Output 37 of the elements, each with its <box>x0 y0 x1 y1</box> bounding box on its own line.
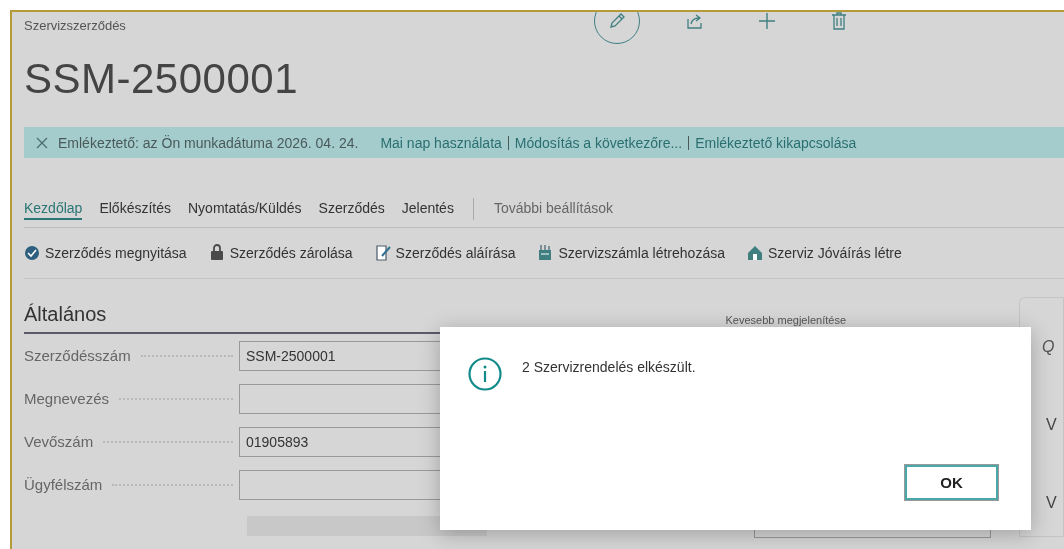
close-icon <box>36 136 48 149</box>
open-icon <box>24 244 40 262</box>
credit-icon <box>746 244 763 262</box>
tab[interactable]: Szerződés <box>318 198 385 220</box>
dialog-message: 2 Szervizrendelés elkészült. <box>522 359 696 375</box>
factbox-text: V <box>1046 494 1058 512</box>
tab[interactable]: Kezdőlap <box>24 198 83 220</box>
lock-icon <box>208 244 225 262</box>
share-icon <box>686 12 704 30</box>
invoice-icon <box>537 244 554 262</box>
page-caption: Szervizszerződés <box>24 18 127 33</box>
sign-icon <box>374 244 391 262</box>
section-title: Általános <box>24 303 107 326</box>
field-label: Ügyfélszám <box>24 476 103 493</box>
action-button[interactable]: Szerződés megnyitása <box>24 244 187 262</box>
tab[interactable]: Előkészítés <box>99 198 171 220</box>
field-label: Szerződésszám <box>24 347 131 364</box>
show-less-link[interactable]: Kevesebb megjelenítése <box>725 314 846 326</box>
trash-icon <box>831 12 847 30</box>
more-options-tab[interactable]: További beállítások <box>493 198 613 220</box>
field-label: Vevőszám <box>24 433 94 450</box>
action-button[interactable]: Szerződés aláírása <box>374 244 516 262</box>
action-button[interactable]: Szervizszámla létrehozása <box>537 244 725 262</box>
action-button[interactable]: Szerződés zárolása <box>208 244 353 262</box>
pencil-icon <box>607 12 627 31</box>
ok-button[interactable]: OK <box>905 465 998 500</box>
close-button[interactable] <box>36 136 48 149</box>
field-label: Megnevezés <box>24 390 110 407</box>
info-icon <box>468 357 502 391</box>
tab[interactable]: Jelentés <box>401 198 454 220</box>
action-button[interactable]: Szerviz Jóváírás létre <box>746 244 902 262</box>
factbox-text: Q <box>1042 338 1056 356</box>
tab[interactable]: Nyomtatás/Küldés <box>188 198 302 220</box>
factbox-text: V <box>1046 416 1058 434</box>
record-title: SSM-2500001 <box>24 54 299 104</box>
plus-icon <box>757 12 777 31</box>
notification-text: Emlékeztető: az Ön munkadátuma 2026. 04. 24. <box>58 134 359 151</box>
